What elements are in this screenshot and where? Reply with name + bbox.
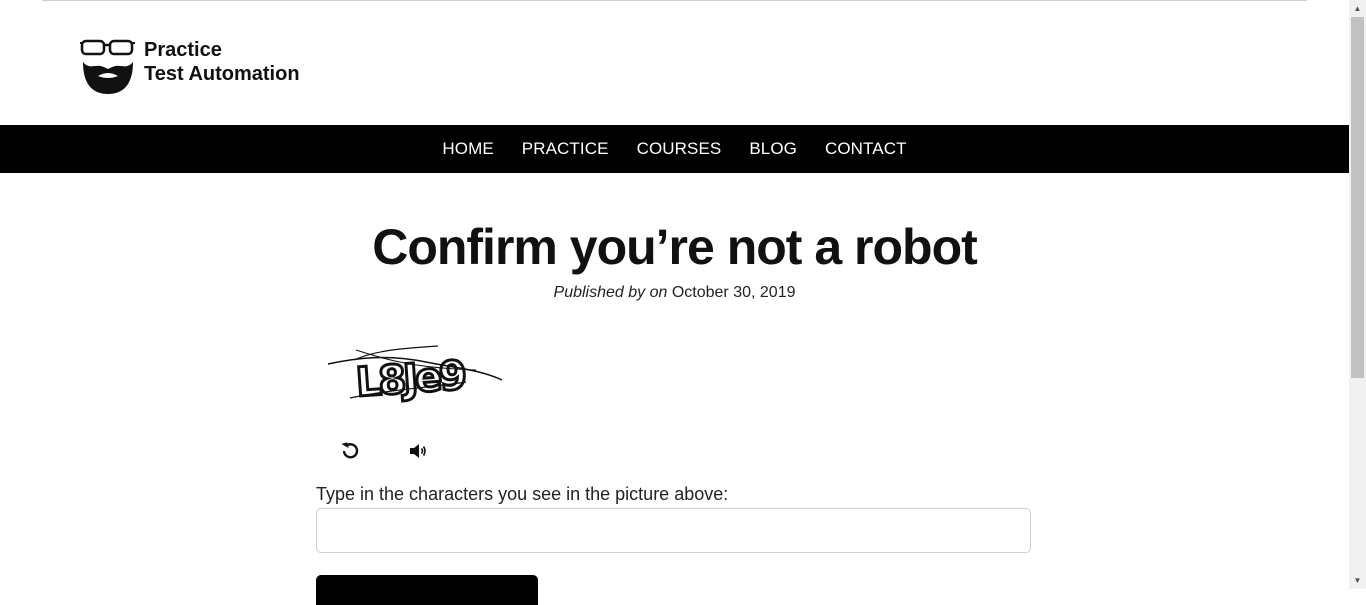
- nav-contact[interactable]: CONTACT: [811, 125, 921, 173]
- captcha-input-label: Type in the characters you see in the pi…: [316, 484, 729, 504]
- submit-button[interactable]: [316, 575, 538, 605]
- published-by-label: Published by: [553, 284, 646, 301]
- site-name-line1: Practice: [144, 39, 222, 61]
- post-date: October 30, 2019: [671, 284, 796, 301]
- captcha-image: L8Je9: [327, 345, 503, 406]
- nav-practice[interactable]: PRACTICE: [508, 125, 623, 173]
- nav-courses[interactable]: COURSES: [623, 125, 736, 173]
- refresh-icon: [341, 442, 359, 459]
- site-name-line2: Test Automation: [144, 63, 300, 85]
- captcha-text: L8Je9: [354, 353, 466, 406]
- captcha-input[interactable]: [316, 508, 1031, 553]
- scroll-down-arrow-icon[interactable]: ▼: [1349, 572, 1366, 589]
- top-divider: [42, 0, 1307, 1]
- site-logo[interactable]: Practice Test Automation: [80, 38, 300, 96]
- nav-home[interactable]: HOME: [428, 125, 507, 173]
- site-name[interactable]: Practice Test Automation: [144, 38, 300, 86]
- on-label: on: [649, 284, 668, 301]
- scrollbar-thumb[interactable]: [1351, 17, 1364, 378]
- nav-blog[interactable]: BLOG: [735, 125, 811, 173]
- glasses-beard-logo-icon: [80, 39, 135, 94]
- page-title: Confirm you’re not a robot: [372, 219, 978, 275]
- captcha-audio-button[interactable]: [407, 440, 429, 462]
- captcha-refresh-button[interactable]: [339, 440, 361, 462]
- post-meta: Published by on October 30, 2019: [0, 284, 1349, 302]
- speaker-icon: [410, 444, 426, 458]
- main-navigation: HOME PRACTICE COURSES BLOG CONTACT: [0, 125, 1349, 173]
- scroll-up-arrow-icon[interactable]: ▲: [1349, 0, 1366, 17]
